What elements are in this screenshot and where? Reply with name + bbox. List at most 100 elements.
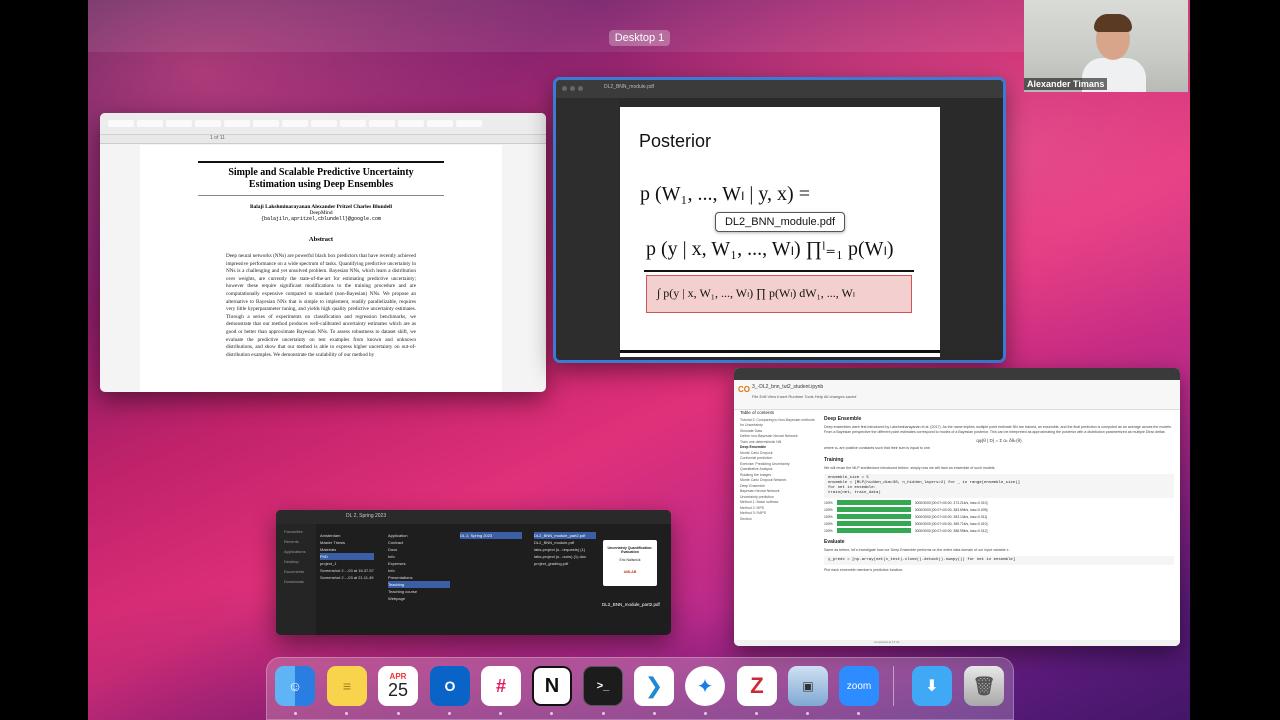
sidebar-item[interactable]: Documents <box>284 569 316 574</box>
notebook-title[interactable]: 3_-DL2_bnn_tut2_student.ipynb <box>752 384 823 390</box>
terminal-icon[interactable]: >_ <box>583 666 623 706</box>
sidebar-item[interactable]: Applications <box>284 549 316 554</box>
browser-tab[interactable] <box>224 120 250 127</box>
outlook-icon[interactable]: O <box>430 666 470 706</box>
folder-item[interactable]: Info <box>388 553 450 560</box>
notes-icon[interactable]: ≡ <box>327 666 367 706</box>
code-cell[interactable]: y_preds = [np.array(net(x_test).clone().… <box>824 556 1174 565</box>
window-controls[interactable] <box>562 86 583 91</box>
file-item[interactable]: labs-project (s...requests) (1) <box>534 546 596 553</box>
folder-item[interactable]: project_1 <box>320 560 374 567</box>
paper-pdf-window[interactable]: 1 of 11 Simple and Scalable Predictive U… <box>100 113 546 392</box>
progress-info: 3000/3000 [00:07<00:00, 383.14it/s, loss… <box>914 514 988 519</box>
toc-item[interactable]: Tutorial 2: Comparing to Non-Bayesian me… <box>740 418 816 429</box>
evaluate-title: Evaluate <box>824 539 845 545</box>
browser-chrome <box>734 368 1180 380</box>
browser-tab[interactable] <box>456 120 482 127</box>
browser-tab[interactable] <box>427 120 453 127</box>
zotero-icon[interactable]: Z <box>737 666 777 706</box>
notebook-content[interactable]: Deep Ensemble Deep ensembles were first … <box>824 410 1174 573</box>
browser-tab[interactable] <box>166 120 192 127</box>
folder-item[interactable]: Presentations <box>388 574 450 581</box>
folder-item[interactable]: Teaching course <box>388 588 450 595</box>
folder-item-selected[interactable]: Teaching <box>388 581 450 588</box>
table-of-contents[interactable]: Table of contents Tutorial 2: Comparing … <box>740 410 816 522</box>
browser-tab[interactable] <box>253 120 279 127</box>
preview-icon[interactable]: ▣ <box>788 666 828 706</box>
browser-tab[interactable] <box>311 120 337 127</box>
colab-notebook-window[interactable]: CO 3_-DL2_bnn_tut2_student.ipynb File Ed… <box>734 368 1180 646</box>
folder-item[interactable]: Application <box>388 532 450 539</box>
colab-logo[interactable]: CO <box>738 385 750 394</box>
running-indicator <box>704 712 707 715</box>
finder-column-4[interactable]: DL2_BNN_module_part2.pdf DL2_BNN_module.… <box>534 532 596 567</box>
browser-tab[interactable] <box>108 120 134 127</box>
pdf-toolbar: 1 of 11 <box>100 135 546 144</box>
browser-tab[interactable] <box>340 120 366 127</box>
folder-item[interactable]: Expenses <box>388 560 450 567</box>
folder-item[interactable]: Webpage <box>388 595 450 602</box>
browser-tab[interactable] <box>282 120 308 127</box>
sidebar-item[interactable]: Desktop <box>284 559 316 564</box>
progress-info: 3000/3000 [00:07<00:00, 373.21it/s, loss… <box>914 500 988 505</box>
desktop-label[interactable]: Desktop 1 <box>609 30 670 46</box>
file-item[interactable]: labs-project (s...nuns) (1).doc <box>534 553 596 560</box>
zoom-icon[interactable]: zoom <box>839 666 879 706</box>
folder-item-selected[interactable]: DL 2, Spring 2023 <box>460 532 522 539</box>
folder-item[interactable]: Master Thesis <box>320 539 374 546</box>
finder-window[interactable]: DL 2, Spring 2023 Favourites Recents App… <box>276 510 671 635</box>
file-item-selected[interactable]: DL2_BNN_module_part2.pdf <box>534 532 596 539</box>
browser-tab[interactable] <box>137 120 163 127</box>
calendar-icon[interactable]: APR 25 <box>378 666 418 706</box>
file-item[interactable]: Screenshot 2...-03 at 21.11.49 <box>320 574 374 581</box>
folder-item[interactable]: Contract <box>388 539 450 546</box>
running-indicator <box>294 712 297 715</box>
colab-menu[interactable]: File Edit View Insert Runtime Tools Help… <box>752 394 856 399</box>
zoom-icon[interactable] <box>578 86 583 91</box>
finder-titlebar: DL 2, Spring 2023 <box>276 510 671 524</box>
posterior-lhs: p (W₁, ..., Wₗ | y, x) = <box>640 183 810 205</box>
thumbnail-sidebar[interactable] <box>556 98 619 360</box>
section-text: Deep ensembles were first introduced by … <box>824 425 1172 434</box>
participant-name: Alexander Timans <box>1024 78 1108 90</box>
page-indicator[interactable]: 1 of 11 <box>210 135 225 141</box>
finder-sidebar[interactable]: Favourites Recents Applications Desktop … <box>276 524 316 635</box>
notion-icon[interactable]: N <box>532 666 572 706</box>
preview-title: Uncertainty Quantification: Evaluation <box>607 546 653 554</box>
safari-icon[interactable]: ✦ <box>685 666 725 706</box>
folder-item[interactable]: Docs <box>388 546 450 553</box>
close-icon[interactable] <box>562 86 567 91</box>
trash-icon[interactable]: 🗑 <box>964 666 1004 706</box>
vscode-icon[interactable]: ❯ <box>634 666 674 706</box>
slack-icon[interactable]: # <box>481 666 521 706</box>
training-title: Training <box>824 457 844 463</box>
code-line: train(net, train_data) <box>828 491 881 495</box>
sidebar-item[interactable]: Recents <box>284 539 316 544</box>
sidebar-item[interactable]: Downloads <box>284 579 316 584</box>
ensemble-formula: qφ(θ | D) = Σ αₖ δθₖ(θ) <box>976 438 1022 443</box>
posterior-denominator: ∫ p(y | x, W₁, ..., Wₗ) ∏ p(Wₗ) dW₁, ...… <box>646 275 912 313</box>
file-item[interactable]: DL2_BNN_module.pdf <box>534 539 596 546</box>
title-rule-top <box>198 161 444 163</box>
folder-item[interactable]: Materials <box>320 546 374 553</box>
folder-item[interactable]: Amsterdam <box>320 532 374 539</box>
finder-column-2[interactable]: Application Contract Docs Info Expenses … <box>388 532 450 602</box>
folder-item-selected[interactable]: PhD <box>320 553 374 560</box>
minimize-icon[interactable] <box>570 86 575 91</box>
toc-item[interactable]: Section <box>740 517 816 523</box>
downloads-folder-icon[interactable]: ⬇ <box>912 666 952 706</box>
browser-tab[interactable] <box>398 120 424 127</box>
browser-tab[interactable] <box>195 120 221 127</box>
code-cell[interactable]: ensemble_size = 5 ensemble = [MLP(hidden… <box>824 474 1174 498</box>
file-item[interactable]: project_grading.pdf <box>534 560 596 567</box>
sidebar-item[interactable]: Favourites <box>284 529 316 534</box>
finder-icon[interactable]: ☺ <box>275 666 315 706</box>
finder-column-3[interactable]: DL 2, Spring 2023 <box>460 532 522 539</box>
slides-pdf-window[interactable]: DL2_BNN_module.pdf Posterior p (W₁, ...,… <box>553 77 1006 363</box>
paper-title-line1: Simple and Scalable Predictive Uncertain… <box>228 167 414 178</box>
browser-tab[interactable] <box>369 120 395 127</box>
folder-item[interactable]: Info <box>388 567 450 574</box>
finder-column-1[interactable]: Amsterdam Master Thesis Materials PhD pr… <box>320 532 374 581</box>
file-item[interactable]: Screenshot 2...-03 at 16.37.57 <box>320 567 374 574</box>
progress-info: 3000/3000 [00:07<00:00, 383.69it/s, loss… <box>914 507 988 512</box>
